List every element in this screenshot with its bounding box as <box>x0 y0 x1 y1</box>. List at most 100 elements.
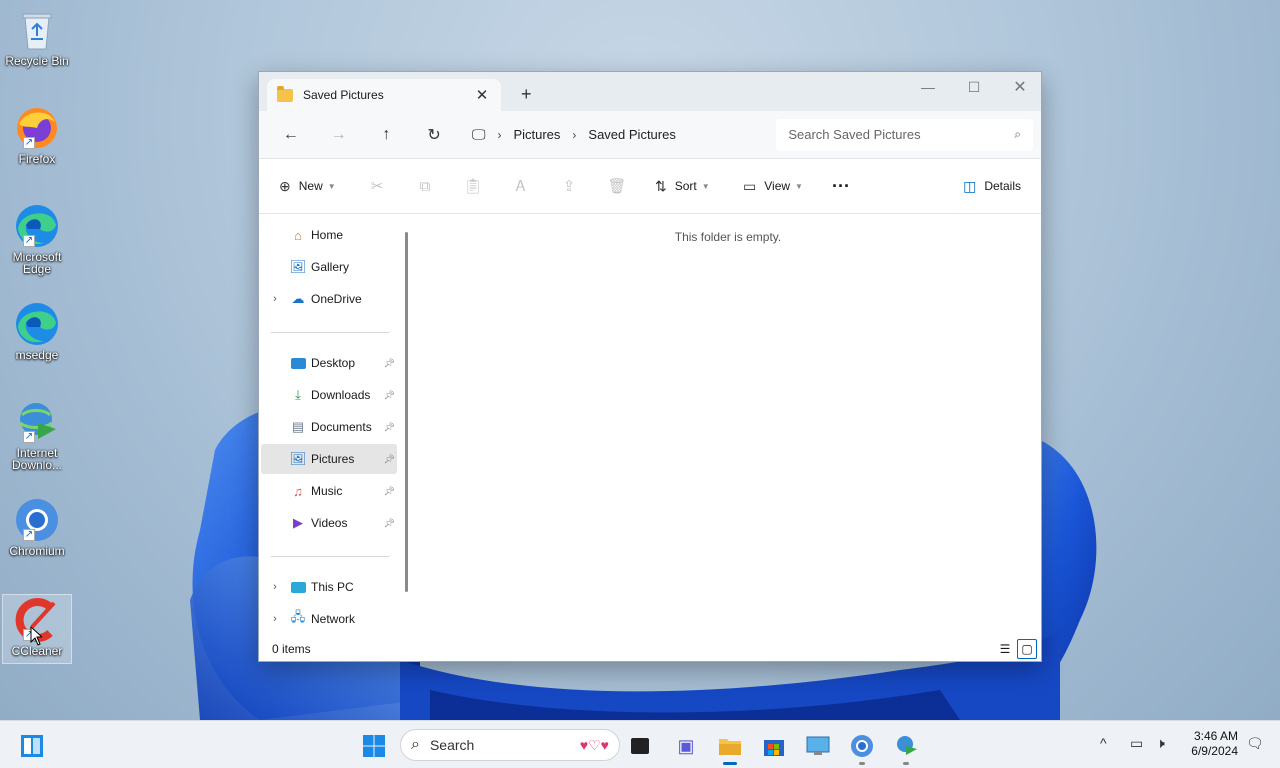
details-view-icon[interactable]: ☰ <box>995 639 1015 659</box>
paste-button[interactable]: 📋︎ <box>449 170 497 202</box>
system-clock[interactable]: 3:46 AM 6/9/2024 <box>1186 729 1238 759</box>
close-tab-icon[interactable]: ✕ <box>473 86 491 104</box>
desktop-folder-icon <box>289 355 307 371</box>
chevron-up-icon[interactable]: ^ <box>1100 735 1107 751</box>
breadcrumb-pictures[interactable]: Pictures <box>513 127 560 142</box>
desktop-icon-msedge[interactable]: msedge <box>2 298 72 368</box>
sort-button[interactable]: ⇅ Sort ▼ <box>647 170 735 202</box>
shortcut-arrow-icon: ↗ <box>23 529 35 541</box>
rename-button[interactable]: Ꭺ <box>497 170 545 202</box>
cut-button[interactable]: ✂ <box>353 170 401 202</box>
address-bar[interactable]: 🖵 › Pictures › Saved Pictures <box>464 119 762 151</box>
details-pane-icon: ◫ <box>963 177 977 194</box>
computer-icon <box>289 579 307 595</box>
home-icon: ⌂ <box>294 227 302 243</box>
nav-item-music[interactable]: ♫ Music 📌︎ <box>261 476 397 506</box>
more-options-icon[interactable]: ··· <box>821 170 861 202</box>
nav-item-network[interactable]: › 🖧 Network <box>261 604 397 634</box>
nav-item-videos[interactable]: ▶ Videos 📌︎ <box>261 508 397 538</box>
desktop-icon-chromium[interactable]: ↗ Chromium <box>2 494 72 564</box>
shortcut-arrow-icon: ↗ <box>23 431 35 443</box>
empty-folder-message: This folder is empty. <box>674 230 782 244</box>
nav-item-home[interactable]: ⌂ Home <box>261 220 397 250</box>
desktop-icon-internet-download-manager[interactable]: ↗ Internet Downlo... <box>2 396 72 480</box>
close-window-button[interactable]: ✕ <box>997 72 1041 102</box>
network-status-icon[interactable]: ▭ <box>1130 735 1143 752</box>
chevron-right-icon[interactable]: › <box>261 293 289 305</box>
desktop-icon-recycle-bin[interactable]: Recycle Bin <box>2 4 72 74</box>
chevron-right-icon[interactable]: › <box>261 613 289 625</box>
title-bar: Saved Pictures ✕ + — ☐ ✕ <box>259 72 1041 111</box>
chevron-down-icon: ▼ <box>795 181 803 191</box>
taskbar: ⌕ Search ♥♡♥ ▣ ^ ▭ 🕨 3:46 AM 6/9/2024 🗨 <box>0 720 1280 768</box>
new-button[interactable]: ⊕ New ▼ <box>271 170 353 202</box>
start-button[interactable] <box>356 729 392 763</box>
pin-icon: 📌︎ <box>383 453 395 464</box>
view-icon: ▭ <box>743 177 757 194</box>
search-input[interactable]: Search Saved Pictures ⌕ <box>776 118 1034 151</box>
minimize-button[interactable]: — <box>905 72 951 102</box>
nav-item-onedrive[interactable]: › ☁ OneDrive <box>261 284 397 314</box>
pin-icon: 📌︎ <box>383 357 395 368</box>
widgets-icon[interactable] <box>14 729 50 763</box>
search-highlight-icon: ♥♡♥ <box>579 736 609 753</box>
notifications-icon[interactable]: 🗨 <box>1246 735 1264 752</box>
nav-item-downloads[interactable]: ⤓ Downloads 📌︎ <box>261 380 397 410</box>
tab-saved-pictures[interactable]: Saved Pictures ✕ <box>267 79 501 111</box>
item-count: 0 items <box>272 642 311 656</box>
control-panel-icon[interactable] <box>800 729 836 763</box>
cloud-icon: ☁ <box>291 291 305 306</box>
breadcrumb-saved-pictures[interactable]: Saved Pictures <box>588 127 675 142</box>
maximize-button[interactable]: ☐ <box>951 72 997 102</box>
chromium-taskbar-icon[interactable] <box>844 729 880 765</box>
new-tab-button[interactable]: + <box>521 84 532 105</box>
chevron-right-icon[interactable]: › <box>261 581 289 593</box>
plus-circle-icon: ⊕ <box>279 177 291 194</box>
delete-button[interactable]: 🗑︎ <box>593 170 641 202</box>
volume-muted-icon[interactable]: 🕨 <box>1156 735 1165 752</box>
taskbar-search-input[interactable]: ⌕ Search ♥♡♥ <box>400 729 620 761</box>
back-button[interactable]: ← <box>267 119 315 151</box>
nav-item-this-pc[interactable]: › This PC <box>261 572 397 602</box>
view-button[interactable]: ▭ View ▼ <box>735 170 821 202</box>
forward-button[interactable]: → <box>315 119 363 151</box>
chat-icon[interactable]: ▣ <box>668 729 704 763</box>
nav-item-documents[interactable]: ▤ Documents 📌︎ <box>261 412 397 442</box>
up-button[interactable]: ↑ <box>362 119 410 151</box>
shortcut-arrow-icon: ↗ <box>23 235 35 247</box>
sort-icon: ⇅ <box>655 177 667 194</box>
share-button[interactable]: ⇪ <box>545 170 593 202</box>
internet-download-manager-taskbar-icon[interactable] <box>888 729 924 765</box>
download-icon: ⤓ <box>295 387 301 402</box>
details-button[interactable]: ◫ Details <box>955 170 1029 202</box>
desktop-icon-microsoft-edge[interactable]: ↗ Microsoft Edge <box>2 200 72 275</box>
pictures-icon: 🖼︎ <box>289 451 307 466</box>
navigation-scrollbar[interactable] <box>405 232 408 592</box>
large-icons-view-icon[interactable]: ▢ <box>1017 639 1037 659</box>
music-icon: ♫ <box>293 483 303 499</box>
task-view-icon[interactable] <box>622 729 658 763</box>
refresh-button[interactable]: ↻ <box>410 119 458 151</box>
edge-icon <box>13 301 61 347</box>
file-explorer-taskbar-icon[interactable] <box>712 729 748 765</box>
nav-item-desktop[interactable]: Desktop 📌︎ <box>261 348 397 378</box>
internet-download-manager-icon: ↗ <box>13 399 61 445</box>
pin-icon: 📌︎ <box>383 485 395 496</box>
clock-time: 3:46 AM <box>1193 729 1238 743</box>
nav-item-pictures[interactable]: 🖼︎ Pictures 📌︎ <box>261 444 397 474</box>
file-explorer-window: Saved Pictures ✕ + — ☐ ✕ ← → ↑ ↻ 🖵 › Pic… <box>258 71 1042 662</box>
search-placeholder: Search Saved Pictures <box>788 127 921 142</box>
desktop-icon-firefox[interactable]: ↗ Firefox <box>2 102 72 172</box>
search-icon: ⌕ <box>411 736 420 753</box>
search-icon: ⌕ <box>1014 127 1022 141</box>
nav-item-gallery[interactable]: 🖼︎ Gallery <box>261 252 397 282</box>
nav-divider <box>271 332 389 333</box>
copy-button[interactable]: ⧉ <box>401 170 449 202</box>
navigation-pane: ⌂ Home 🖼︎ Gallery › ☁ OneDrive Desktop 📌︎ … <box>259 214 415 639</box>
status-bar: 0 items <box>259 637 1041 661</box>
gallery-icon: 🖼︎ <box>289 259 307 274</box>
document-icon: ▤ <box>291 419 305 434</box>
microsoft-store-icon[interactable] <box>756 729 792 763</box>
chromium-icon: ↗ <box>13 497 61 543</box>
file-list-area[interactable]: This folder is empty. <box>415 214 1041 639</box>
